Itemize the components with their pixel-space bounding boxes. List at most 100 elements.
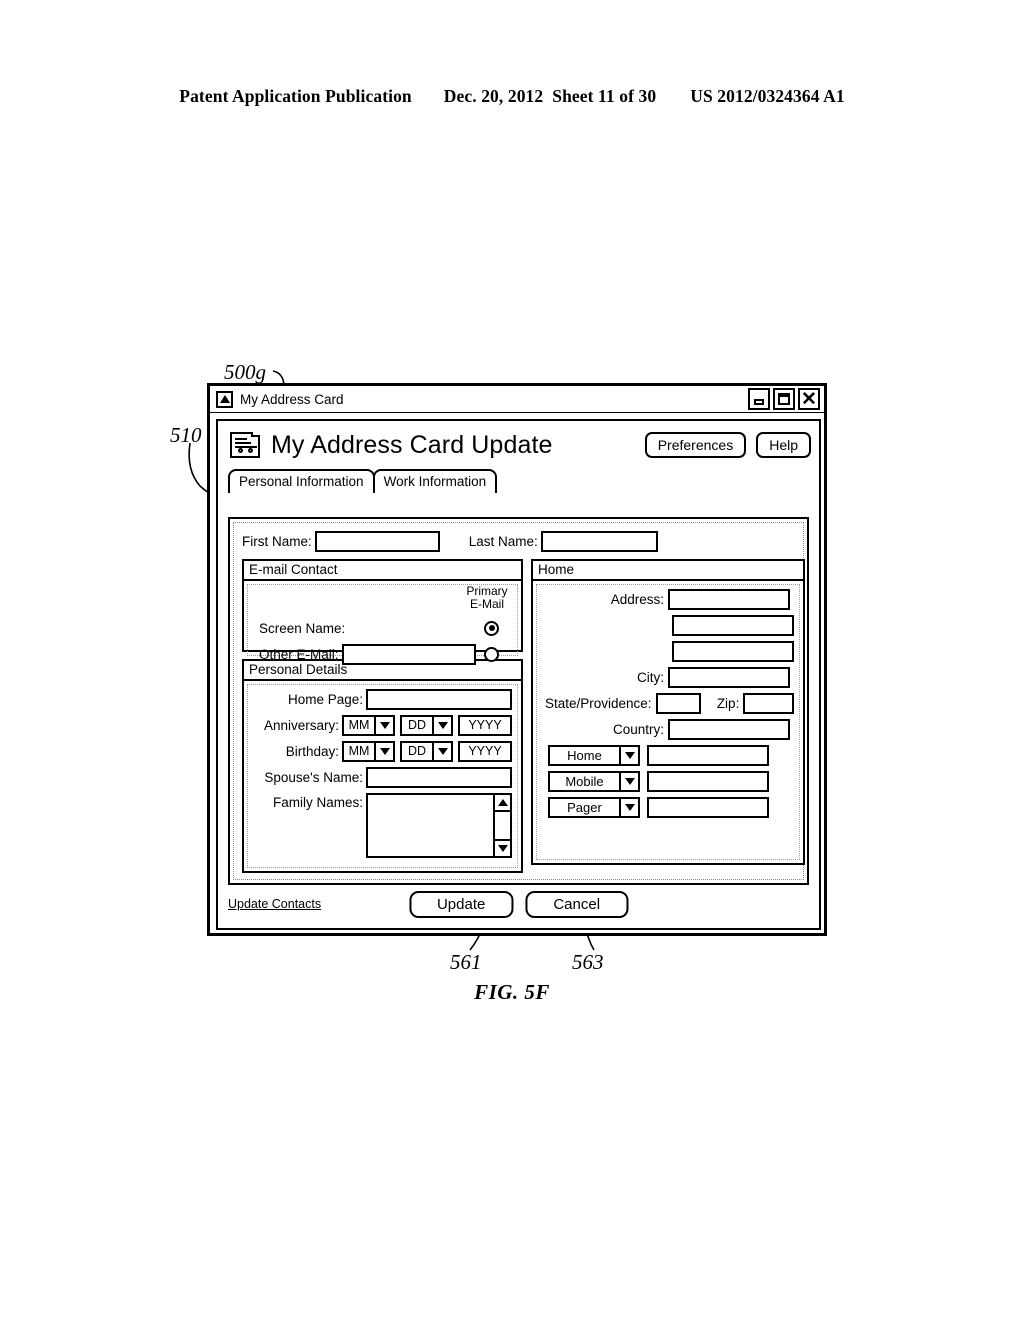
form-columns: E-mail Contact Primary E-Mail Screen Nam… xyxy=(242,559,805,873)
cancel-button[interactable]: Cancel xyxy=(525,890,629,918)
chevron-down-icon xyxy=(432,743,451,760)
country-row: Country: xyxy=(542,719,794,740)
family-names-scrollbar[interactable] xyxy=(493,795,510,856)
chevron-down-icon xyxy=(374,743,393,760)
personal-details-body: Home Page: Anniversary: MM DD YYYY Birth… xyxy=(247,684,518,868)
birthday-year-input[interactable]: YYYY xyxy=(458,741,512,762)
application-window: My Address Card ✕ My Address Card Update… xyxy=(207,383,827,936)
phone-number-input-pager[interactable] xyxy=(647,797,769,818)
app-header: My Address Card Update Preferences Help xyxy=(218,421,819,469)
update-button[interactable]: Update xyxy=(408,890,514,918)
window-footer: Update Contacts Update Cancel xyxy=(228,886,809,922)
spouse-name-input[interactable] xyxy=(366,767,512,788)
minimize-icon xyxy=(754,398,764,405)
name-row: First Name: Last Name: xyxy=(242,530,795,553)
anniversary-month-value: MM xyxy=(348,718,370,732)
anniversary-date-group: MM DD YYYY xyxy=(342,715,512,736)
phone-type-value-mobile: Mobile xyxy=(565,774,604,789)
scroll-down-icon[interactable] xyxy=(495,839,510,856)
right-column: Home Address: City: State/Providence: Zi… xyxy=(531,559,805,865)
window-body: My Address Card Update Preferences Help … xyxy=(216,419,821,930)
primary-email-header-line1: Primary xyxy=(466,584,508,598)
screen-name-label: Screen Name: xyxy=(259,620,346,636)
last-name-label: Last Name: xyxy=(468,534,538,549)
state-input[interactable] xyxy=(655,693,701,714)
publication-label: Patent Application Publication xyxy=(179,86,412,106)
primary-email-radio-screen-name[interactable] xyxy=(484,620,499,636)
close-button[interactable]: ✕ xyxy=(798,388,820,410)
anniversary-year-input[interactable]: YYYY xyxy=(458,715,512,736)
chevron-down-icon xyxy=(619,747,638,764)
state-zip-row: State/Providence: Zip: xyxy=(542,693,794,714)
anniversary-day-value: DD xyxy=(407,718,427,732)
home-body: Address: City: State/Providence: Zip: Co… xyxy=(536,584,800,860)
figure-label: FIG. 5F xyxy=(474,980,550,1004)
chevron-down-icon xyxy=(432,717,451,734)
chevron-down-icon xyxy=(619,799,638,816)
window-title: My Address Card xyxy=(240,391,344,407)
primary-email-header: Primary E-Mail xyxy=(461,585,513,610)
address-line2-input[interactable] xyxy=(672,615,794,636)
birthday-row: Birthday: MM DD YYYY xyxy=(253,741,512,762)
address-line3-input[interactable] xyxy=(672,641,794,662)
city-input[interactable] xyxy=(668,667,790,688)
patent-header: Patent Application Publication Dec. 20, … xyxy=(0,86,1024,107)
address-line2-row xyxy=(542,615,794,636)
triangle-app-icon xyxy=(216,390,233,408)
primary-email-radio-other-email[interactable] xyxy=(484,646,499,662)
anniversary-day-select[interactable]: DD xyxy=(400,715,453,736)
family-names-label: Family Names: xyxy=(272,795,363,810)
help-button[interactable]: Help xyxy=(756,432,811,458)
address-line1-input[interactable] xyxy=(668,589,790,610)
close-icon: ✕ xyxy=(801,388,817,410)
chevron-down-icon xyxy=(619,773,638,790)
header-button-group: Preferences Help xyxy=(644,432,811,458)
home-page-input[interactable] xyxy=(366,689,512,710)
scroll-up-icon[interactable] xyxy=(495,795,510,812)
primary-email-header-line2: E-Mail xyxy=(469,596,504,611)
callout-563: 563 xyxy=(572,950,604,974)
update-contacts-link[interactable]: Update Contacts xyxy=(228,897,321,911)
phone-row-pager: Pager xyxy=(542,797,794,818)
phone-type-select-home[interactable]: Home xyxy=(548,745,640,766)
sheet-number: Sheet 11 of 30 xyxy=(552,86,657,106)
callout-561: 561 xyxy=(450,950,482,974)
window-titlebar: My Address Card ✕ xyxy=(210,386,824,413)
anniversary-month-select[interactable]: MM xyxy=(342,715,395,736)
maximize-icon xyxy=(778,393,790,405)
zip-input[interactable] xyxy=(743,693,794,714)
other-email-row: Other E-Mail: xyxy=(253,641,512,667)
callout-510: 510 xyxy=(170,423,202,447)
first-name-input[interactable] xyxy=(314,531,440,552)
personal-details-group: Personal Details Home Page: Anniversary: xyxy=(242,659,523,873)
phone-number-input-mobile[interactable] xyxy=(647,771,769,792)
maximize-button[interactable] xyxy=(773,388,795,410)
phone-type-select-mobile[interactable]: Mobile xyxy=(548,771,640,792)
anniversary-row: Anniversary: MM DD YYYY xyxy=(253,715,512,736)
address-line3-row xyxy=(542,641,794,662)
birthday-day-value: DD xyxy=(407,744,427,758)
birthday-day-select[interactable]: DD xyxy=(400,741,453,762)
family-names-textarea[interactable] xyxy=(366,793,512,858)
callout-500g: 500g xyxy=(224,360,266,384)
family-names-row: Family Names: xyxy=(253,793,512,858)
other-email-input[interactable] xyxy=(341,643,476,665)
preferences-button[interactable]: Preferences xyxy=(644,432,747,458)
phone-number-input-home[interactable] xyxy=(647,745,769,766)
birthday-label: Birthday: xyxy=(285,744,339,759)
home-group: Home Address: City: State/Providence: Zi… xyxy=(531,559,805,865)
phone-type-select-pager[interactable]: Pager xyxy=(548,797,640,818)
country-input[interactable] xyxy=(668,719,790,740)
minimize-button[interactable] xyxy=(748,388,770,410)
page-title: My Address Card Update xyxy=(271,430,553,459)
last-name-input[interactable] xyxy=(540,531,658,552)
tab-work-information[interactable]: Work Information xyxy=(372,469,498,493)
tab-personal-information[interactable]: Personal Information xyxy=(228,469,375,493)
phone-row-mobile: Mobile xyxy=(542,771,794,792)
home-page-row: Home Page: xyxy=(253,689,512,710)
birthday-month-select[interactable]: MM xyxy=(342,741,395,762)
other-email-label: Other E-Mail: xyxy=(259,646,339,662)
first-name-label: First Name: xyxy=(242,534,312,549)
email-contact-group: E-mail Contact Primary E-Mail Screen Nam… xyxy=(242,559,523,665)
tab-bar: Personal Information Work Information xyxy=(228,469,819,493)
